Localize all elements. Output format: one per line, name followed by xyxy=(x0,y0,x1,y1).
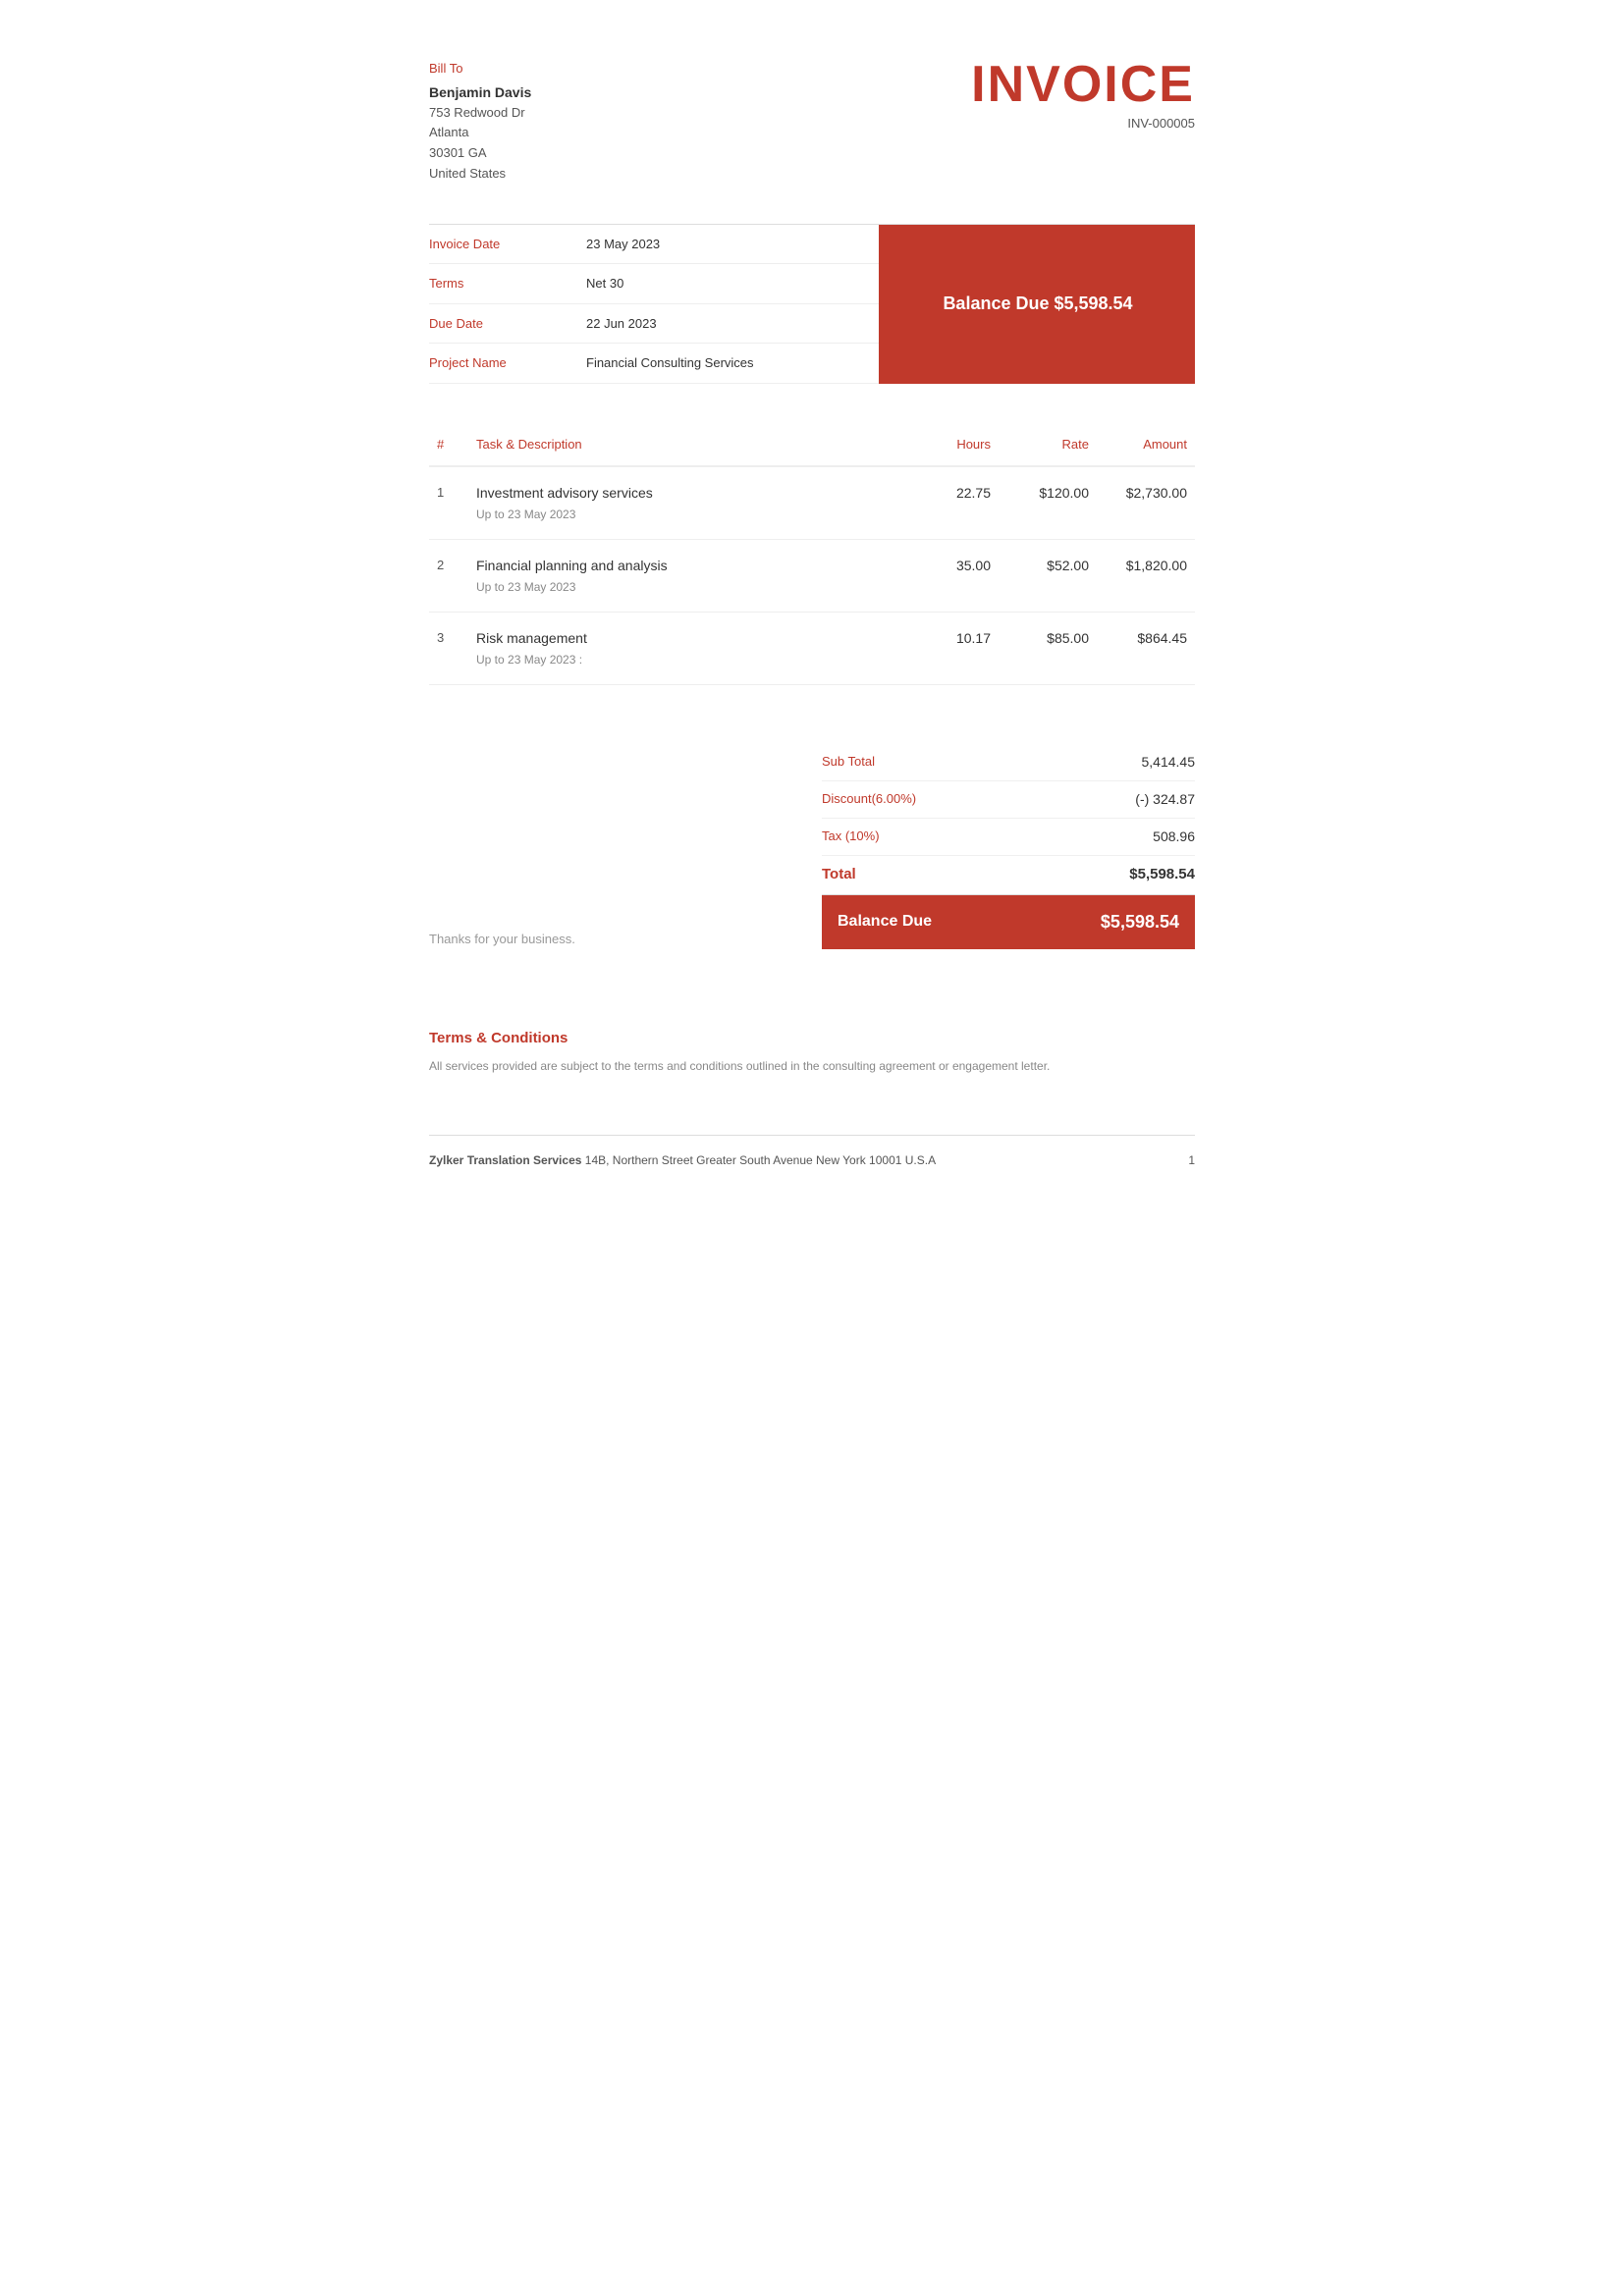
row-num: 2 xyxy=(429,540,468,613)
bill-to-zip-state: 30301 GA xyxy=(429,143,531,164)
terms-value: Net 30 xyxy=(586,274,623,294)
footer-address-text: 14B, Northern Street Greater South Avenu… xyxy=(585,1153,936,1167)
subtotal-label: Sub Total xyxy=(822,752,875,773)
invoice-page: Bill To Benjamin Davis 753 Redwood Dr At… xyxy=(370,0,1254,1208)
tax-row: Tax (10%) 508.96 xyxy=(822,819,1195,856)
col-header-rate: Rate xyxy=(999,423,1097,467)
balance-due-label: Balance Due xyxy=(838,910,932,934)
bill-to-name: Benjamin Davis xyxy=(429,82,531,103)
row-hours: 10.17 xyxy=(900,613,999,685)
terms-section: Terms & Conditions All services provided… xyxy=(429,1008,1195,1077)
totals-table: Sub Total 5,414.45 Discount(6.00%) (-) 3… xyxy=(822,744,1195,949)
discount-label: Discount(6.00%) xyxy=(822,789,916,810)
footer-page: 1 xyxy=(1188,1151,1195,1169)
bill-to-city: Atlanta xyxy=(429,123,531,143)
info-row-invoice-date: Invoice Date 23 May 2023 xyxy=(429,225,879,265)
due-date-label: Due Date xyxy=(429,314,586,334)
project-name-label: Project Name xyxy=(429,353,586,373)
col-header-hours: Hours xyxy=(900,423,999,467)
row-task-desc: Financial planning and analysis Up to 23… xyxy=(468,540,900,613)
bottom-section: Thanks for your business. Sub Total 5,41… xyxy=(429,744,1195,949)
invoice-date-label: Invoice Date xyxy=(429,235,586,254)
col-header-amount: Amount xyxy=(1097,423,1195,467)
invoice-title-section: INVOICE INV-000005 xyxy=(971,59,1195,133)
row-amount: $864.45 xyxy=(1097,613,1195,685)
project-name-value: Financial Consulting Services xyxy=(586,353,754,373)
invoice-number: INV-000005 xyxy=(971,114,1195,133)
task-description: Up to 23 May 2023 xyxy=(476,578,893,596)
row-task-desc: Risk management Up to 23 May 2023 : xyxy=(468,613,900,685)
row-amount: $2,730.00 xyxy=(1097,466,1195,540)
row-num: 3 xyxy=(429,613,468,685)
terms-title: Terms & Conditions xyxy=(429,1028,1195,1050)
terms-label: Terms xyxy=(429,274,586,294)
table-row: 3 Risk management Up to 23 May 2023 : 10… xyxy=(429,613,1195,685)
total-label: Total xyxy=(822,864,856,886)
thanks-text: Thanks for your business. xyxy=(429,930,575,949)
invoice-date-value: 23 May 2023 xyxy=(586,235,660,254)
info-row-due-date: Due Date 22 Jun 2023 xyxy=(429,304,879,345)
footer-company: Zylker Translation Services 14B, Norther… xyxy=(429,1151,936,1169)
bill-to-address1: 753 Redwood Dr xyxy=(429,103,531,124)
task-name: Financial planning and analysis xyxy=(476,556,893,576)
header-section: Bill To Benjamin Davis 753 Redwood Dr At… xyxy=(429,59,1195,185)
balance-due-row: Balance Due $5,598.54 xyxy=(822,895,1195,949)
invoice-table: # Task & Description Hours Rate Amount 1… xyxy=(429,423,1195,686)
task-description: Up to 23 May 2023 : xyxy=(476,651,893,668)
task-description: Up to 23 May 2023 xyxy=(476,506,893,523)
terms-text: All services provided are subject to the… xyxy=(429,1057,1195,1076)
subtotal-row: Sub Total 5,414.45 xyxy=(822,744,1195,781)
task-name: Investment advisory services xyxy=(476,483,893,504)
bill-to-section: Bill To Benjamin Davis 753 Redwood Dr At… xyxy=(429,59,531,185)
discount-value: (-) 324.87 xyxy=(1135,789,1195,810)
row-task-desc: Investment advisory services Up to 23 Ma… xyxy=(468,466,900,540)
invoice-title: INVOICE xyxy=(971,59,1195,110)
row-hours: 22.75 xyxy=(900,466,999,540)
row-rate: $120.00 xyxy=(999,466,1097,540)
row-rate: $52.00 xyxy=(999,540,1097,613)
table-header-row: # Task & Description Hours Rate Amount xyxy=(429,423,1195,467)
footer: Zylker Translation Services 14B, Norther… xyxy=(429,1135,1195,1169)
total-value: $5,598.54 xyxy=(1129,864,1195,886)
table-row: 1 Investment advisory services Up to 23 … xyxy=(429,466,1195,540)
balance-due-value: $5,598.54 xyxy=(1101,909,1179,935)
col-header-task: Task & Description xyxy=(468,423,900,467)
bill-to-address: 753 Redwood Dr Atlanta 30301 GA United S… xyxy=(429,103,531,185)
task-name: Risk management xyxy=(476,628,893,649)
tax-label: Tax (10%) xyxy=(822,827,880,847)
bill-to-country: United States xyxy=(429,164,531,185)
bill-to-label: Bill To xyxy=(429,59,531,79)
info-grid-container: Invoice Date 23 May 2023 Terms Net 30 Du… xyxy=(429,224,1195,384)
info-grid: Invoice Date 23 May 2023 Terms Net 30 Du… xyxy=(429,225,881,384)
info-row-terms: Terms Net 30 xyxy=(429,264,879,304)
subtotal-value: 5,414.45 xyxy=(1142,752,1196,773)
row-amount: $1,820.00 xyxy=(1097,540,1195,613)
balance-due-header-text: Balance Due $5,598.54 xyxy=(943,291,1132,317)
row-rate: $85.00 xyxy=(999,613,1097,685)
col-header-num: # xyxy=(429,423,468,467)
tax-value: 508.96 xyxy=(1153,827,1195,847)
row-hours: 35.00 xyxy=(900,540,999,613)
due-date-value: 22 Jun 2023 xyxy=(586,314,657,334)
info-row-project-name: Project Name Financial Consulting Servic… xyxy=(429,344,879,384)
row-num: 1 xyxy=(429,466,468,540)
balance-due-header-box: Balance Due $5,598.54 xyxy=(881,225,1195,384)
footer-company-name: Zylker Translation Services xyxy=(429,1153,581,1167)
total-row: Total $5,598.54 xyxy=(822,856,1195,895)
table-row: 2 Financial planning and analysis Up to … xyxy=(429,540,1195,613)
discount-row: Discount(6.00%) (-) 324.87 xyxy=(822,781,1195,819)
